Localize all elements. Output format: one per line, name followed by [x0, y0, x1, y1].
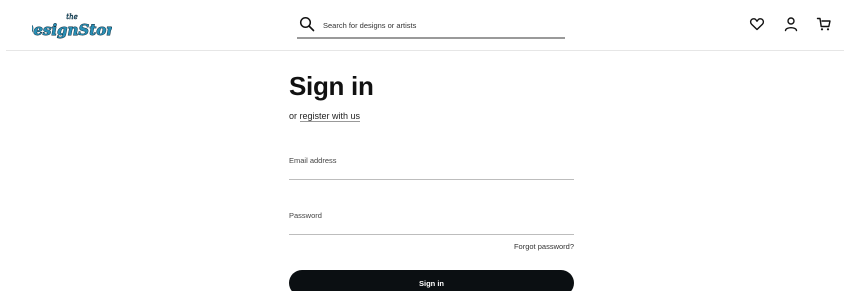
- register-prefix: or: [289, 111, 300, 121]
- register-prompt: or register with us: [289, 111, 361, 122]
- site-header: the DesignStore: [0, 0, 850, 50]
- email-input[interactable]: [289, 150, 574, 179]
- design-store-logo-icon: the DesignStore: [19, 13, 124, 40]
- password-field[interactable]: Password: [289, 205, 574, 235]
- svg-text:the: the: [66, 13, 77, 21]
- email-field[interactable]: Email address: [289, 150, 574, 180]
- heart-icon[interactable]: [749, 16, 765, 32]
- svg-text:DesignStore: DesignStore: [32, 21, 112, 39]
- cart-icon[interactable]: [816, 16, 832, 32]
- user-icon[interactable]: [783, 16, 799, 32]
- search-input[interactable]: [323, 16, 559, 34]
- forgot-password-link[interactable]: Forgot password?: [514, 242, 574, 251]
- register-link[interactable]: register with us: [299, 111, 361, 122]
- header-divider: [6, 50, 844, 51]
- sign-in-button[interactable]: Sign in: [289, 270, 574, 291]
- site-logo[interactable]: the DesignStore: [19, 10, 124, 40]
- password-input[interactable]: [289, 205, 574, 234]
- search-bar[interactable]: [297, 12, 565, 39]
- page-title: Sign in: [289, 71, 374, 101]
- search-icon: [299, 16, 315, 32]
